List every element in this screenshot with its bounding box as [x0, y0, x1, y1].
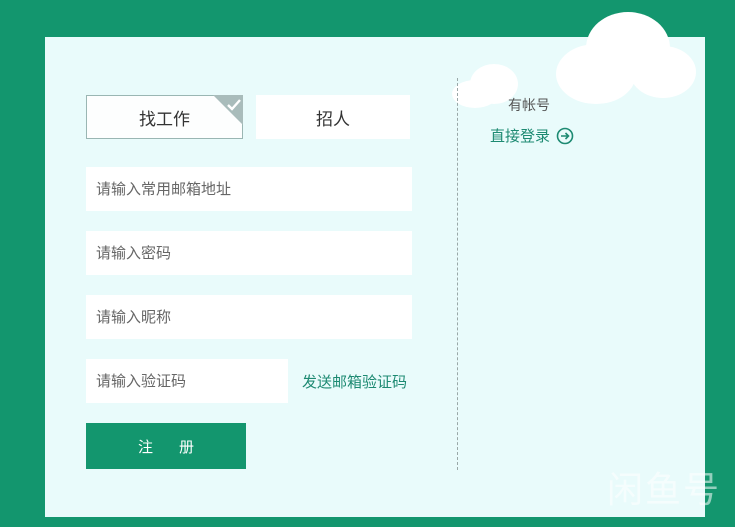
tab-hire-label: 招人 [316, 109, 350, 130]
tab-hire[interactable]: 招人 [256, 95, 410, 139]
direct-login-link[interactable]: 直接登录 [490, 125, 574, 146]
vertical-divider [457, 78, 458, 470]
arrow-right-circle-icon [556, 127, 574, 145]
have-account-text: 有帐号 [508, 98, 550, 114]
email-field[interactable] [86, 167, 412, 211]
registration-page: 找工作 招人 发送邮箱验证码 注册 有帐号 直接登录 闲鱼号 [0, 0, 735, 527]
tab-find-job-label: 找工作 [139, 109, 190, 130]
watermark: 闲鱼号 [606, 470, 721, 511]
checkmark-icon [227, 99, 241, 111]
register-button[interactable]: 注册 [86, 423, 246, 469]
nickname-field[interactable] [86, 295, 412, 339]
direct-login-label: 直接登录 [490, 127, 551, 145]
tab-find-job[interactable]: 找工作 [86, 95, 243, 139]
verification-code-field[interactable] [86, 359, 288, 403]
selected-corner [213, 95, 243, 125]
send-email-code-link[interactable]: 发送邮箱验证码 [302, 371, 407, 392]
password-field[interactable] [86, 231, 412, 275]
